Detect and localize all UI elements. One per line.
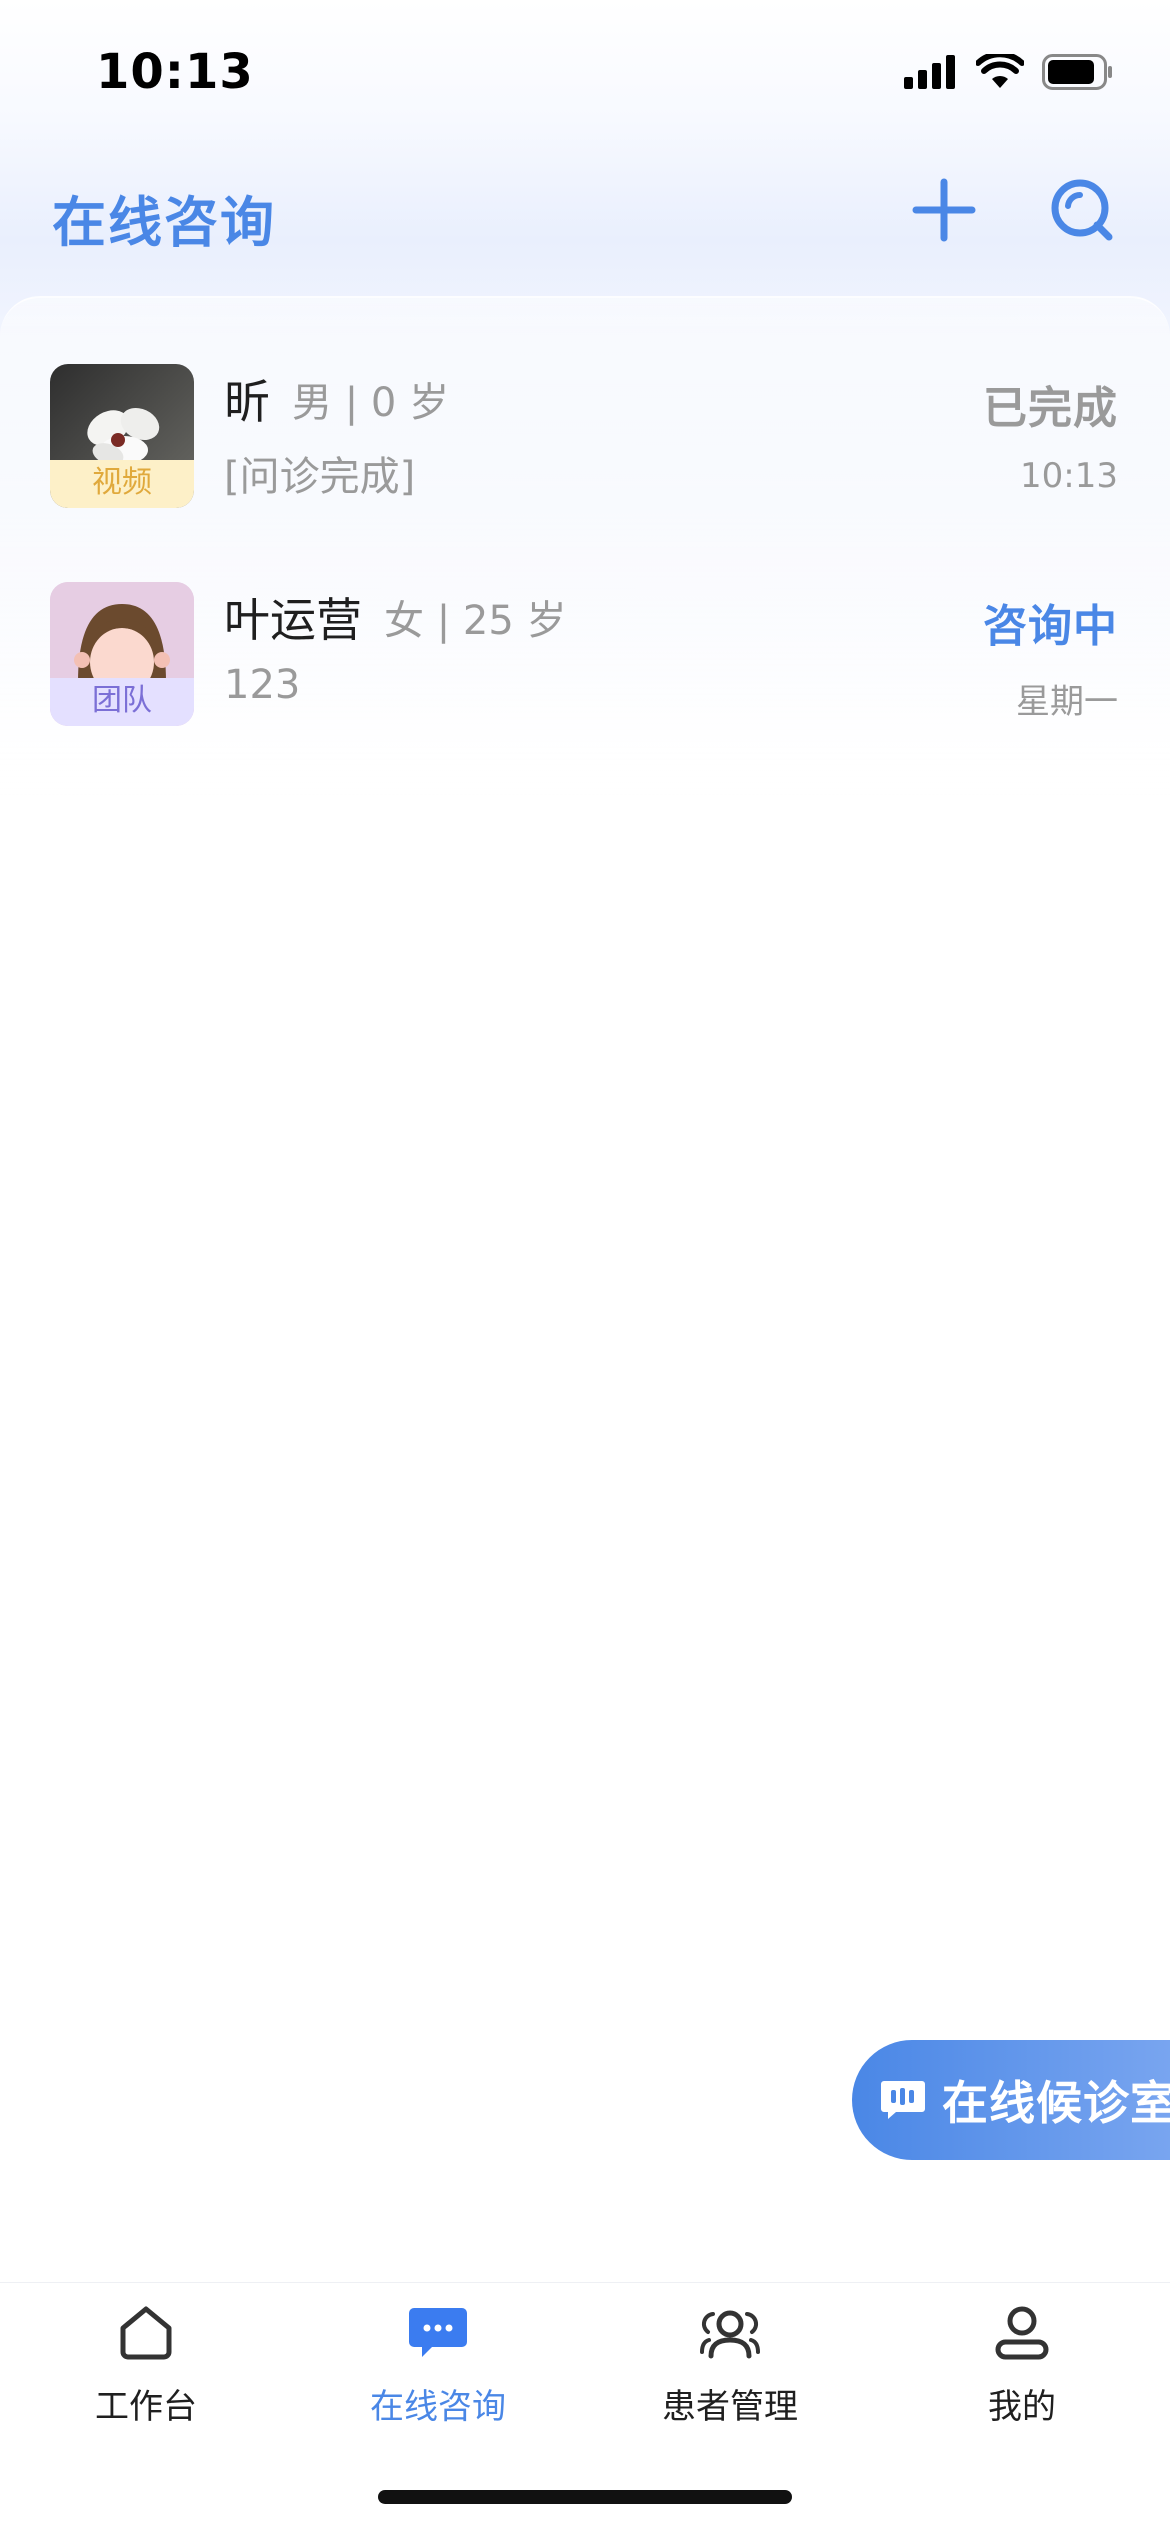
home-icon (114, 2301, 178, 2365)
patients-icon (698, 2301, 762, 2365)
status-icons (904, 52, 1114, 92)
tab-workbench[interactable]: 工作台 (46, 2301, 246, 2451)
tab-label: 工作台 (95, 2387, 197, 2427)
status-badge: 咨询中 (983, 601, 1118, 652)
timestamp: 10:13 (1020, 456, 1118, 496)
profile-icon (990, 2301, 1054, 2365)
message-preview: 123 (224, 662, 301, 708)
name-line: 叶运营 女 | 25 岁 (224, 582, 567, 652)
waiting-room-label: 在线候诊室 (942, 2076, 1170, 2130)
tab-online-consultation[interactable]: 在线咨询 (338, 2301, 538, 2451)
tab-patient-management[interactable]: 患者管理 (630, 2301, 830, 2451)
avatar-tag: 团队 (50, 678, 194, 726)
avatar: 视频 (50, 364, 194, 508)
timestamp: 星期一 (1016, 682, 1118, 722)
consultation-item[interactable]: 视频 昕 男 | 0 岁 [问诊完成] 已完成 10:13 (0, 364, 1170, 544)
consultation-item[interactable]: 团队 叶运营 女 | 25 岁 123 咨询中 星期一 (0, 582, 1170, 762)
battery-icon (1042, 54, 1112, 90)
tab-label: 患者管理 (662, 2387, 798, 2427)
tab-mine[interactable]: 我的 (922, 2301, 1122, 2451)
tab-label: 我的 (988, 2387, 1056, 2427)
search-button[interactable] (1046, 174, 1118, 246)
chat-bubble-icon (881, 2081, 925, 2119)
plus-icon (912, 178, 976, 242)
status-bar: 10:13 (0, 0, 1170, 140)
add-button[interactable] (908, 174, 980, 246)
home-indicator (378, 2490, 792, 2504)
name-line: 昕 男 | 0 岁 (224, 364, 449, 434)
chat-icon (406, 2301, 470, 2365)
page-title: 在线咨询 (52, 191, 276, 254)
patient-name: 叶运营 (224, 593, 362, 647)
avatar: 团队 (50, 582, 194, 726)
signal-icon (904, 55, 955, 89)
message-preview: [问诊完成] (224, 454, 416, 500)
patient-name: 昕 (224, 375, 270, 429)
patient-gender-age: 女 | 25 岁 (384, 598, 567, 644)
status-time: 10:13 (96, 44, 254, 100)
avatar-tag: 视频 (50, 460, 194, 508)
wifi-icon (976, 54, 1024, 88)
header: 在线咨询 (0, 150, 1170, 270)
patient-gender-age: 男 | 0 岁 (292, 380, 450, 426)
status-badge: 已完成 (983, 383, 1118, 434)
search-icon (1051, 179, 1113, 241)
tab-label: 在线咨询 (370, 2387, 506, 2427)
waiting-room-button[interactable]: 在线候诊室 (852, 2040, 1170, 2160)
